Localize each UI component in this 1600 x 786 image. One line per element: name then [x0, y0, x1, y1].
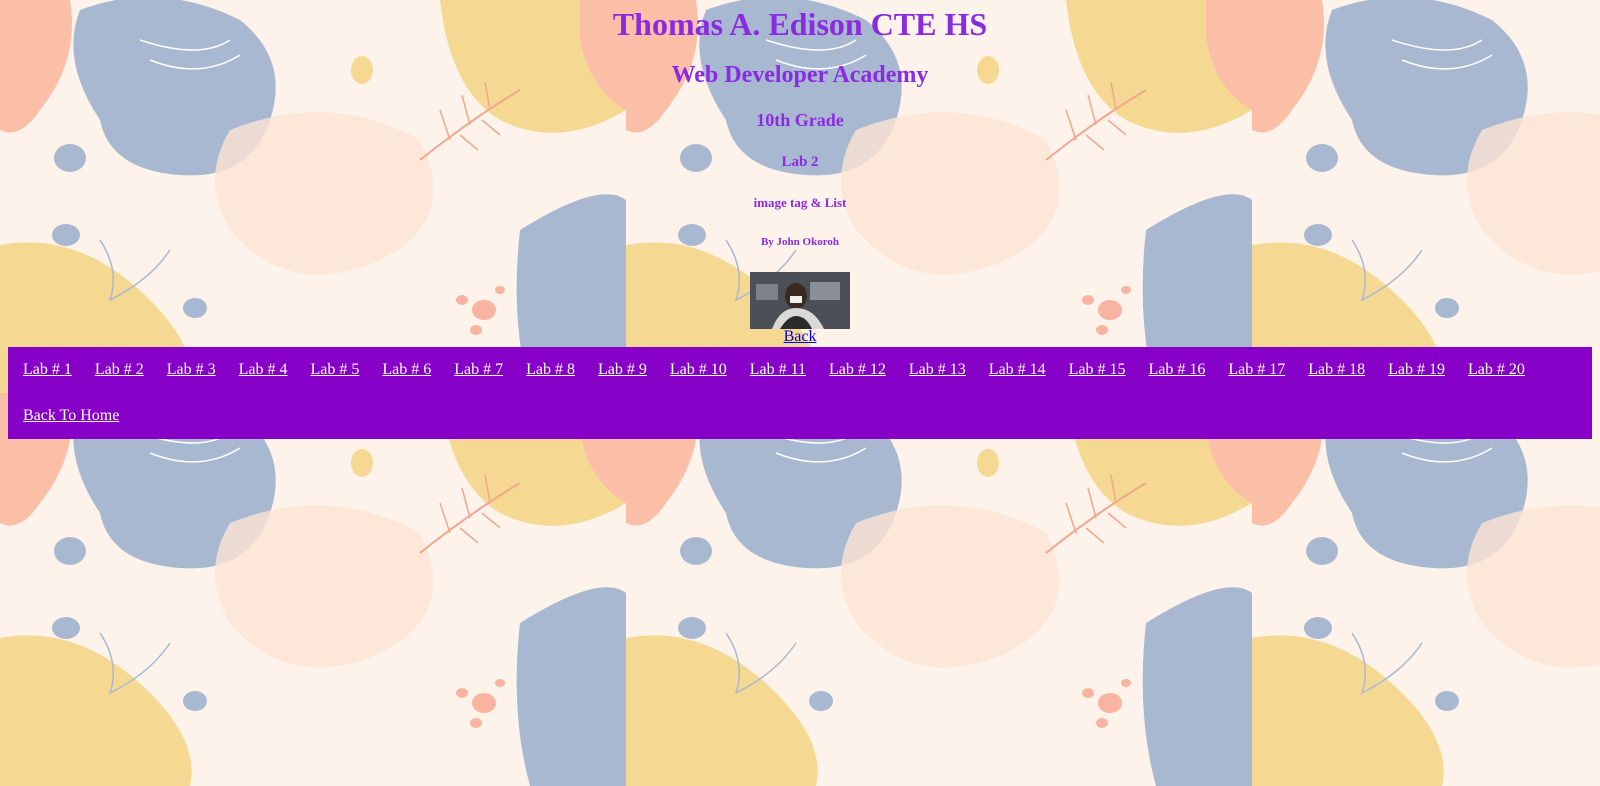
nav-item: Lab # 7: [447, 355, 519, 401]
student-photo: [750, 272, 850, 329]
nav-item: Lab # 2: [88, 355, 160, 401]
nav-item: Lab # 11: [743, 355, 822, 401]
nav-item: Lab # 8: [519, 355, 591, 401]
nav-link-lab-17[interactable]: Lab # 17: [1228, 361, 1285, 378]
nav-item: Lab # 13: [902, 355, 982, 401]
nav-link-lab-14[interactable]: Lab # 14: [989, 361, 1046, 378]
nav-link-lab-2[interactable]: Lab # 2: [95, 361, 144, 378]
grade-heading: 10th Grade: [756, 110, 844, 130]
nav-link-lab-10[interactable]: Lab # 10: [670, 361, 727, 378]
nav-item: Lab # 12: [822, 355, 902, 401]
nav-item: Lab # 1: [16, 355, 88, 401]
nav-link-lab-12[interactable]: Lab # 12: [829, 361, 886, 378]
nav-link-lab-19[interactable]: Lab # 19: [1388, 361, 1445, 378]
nav-link-lab-7[interactable]: Lab # 7: [454, 361, 503, 378]
nav-link-lab-11[interactable]: Lab # 11: [750, 361, 806, 378]
nav-link-lab-3[interactable]: Lab # 3: [167, 361, 216, 378]
nav-item: Lab # 6: [375, 355, 447, 401]
nav-item: Lab # 20: [1461, 355, 1541, 401]
nav-item: Lab # 17: [1221, 355, 1301, 401]
nav-item: Lab # 18: [1301, 355, 1381, 401]
nav-link-lab-8[interactable]: Lab # 8: [526, 361, 575, 378]
nav-item: Lab # 9: [591, 355, 663, 401]
nav-link-lab-18[interactable]: Lab # 18: [1308, 361, 1365, 378]
nav-link-lab-15[interactable]: Lab # 15: [1069, 361, 1126, 378]
nav-link-lab-9[interactable]: Lab # 9: [598, 361, 647, 378]
lab-nav-list: Lab # 1 Lab # 2 Lab # 3 Lab # 4 Lab # 5 Lab #…: [16, 355, 1592, 447]
lab-navigation: Lab # 1 Lab # 2 Lab # 3 Lab # 4 Lab # 5 Lab #…: [8, 347, 1592, 439]
nav-link-lab-20[interactable]: Lab # 20: [1468, 361, 1525, 378]
nav-item: Lab # 3: [160, 355, 232, 401]
nav-item: Lab # 19: [1381, 355, 1461, 401]
nav-item: Lab # 10: [663, 355, 743, 401]
nav-link-lab-6[interactable]: Lab # 6: [382, 361, 431, 378]
school-title: Thomas A. Edison CTE HS: [612, 6, 988, 42]
back-link[interactable]: Back: [784, 328, 817, 345]
back-link-container: Back: [0, 328, 1600, 346]
nav-link-lab-16[interactable]: Lab # 16: [1149, 361, 1206, 378]
nav-item: Lab # 4: [232, 355, 304, 401]
nav-item: Back To Home: [16, 401, 135, 447]
topic-heading: image tag & List: [753, 195, 847, 210]
nav-link-back-to-home[interactable]: Back To Home: [23, 407, 119, 424]
nav-item: Lab # 14: [982, 355, 1062, 401]
author-heading: By John Okoroh: [760, 236, 840, 248]
nav-item: Lab # 16: [1142, 355, 1222, 401]
nav-item: Lab # 5: [304, 355, 376, 401]
lab-heading: Lab 2: [781, 154, 819, 170]
nav-link-lab-1[interactable]: Lab # 1: [23, 361, 72, 378]
academy-title: Web Developer Academy: [671, 62, 929, 88]
nav-item: Lab # 15: [1062, 355, 1142, 401]
nav-link-lab-5[interactable]: Lab # 5: [311, 361, 360, 378]
nav-link-lab-4[interactable]: Lab # 4: [239, 361, 288, 378]
nav-link-lab-13[interactable]: Lab # 13: [909, 361, 966, 378]
